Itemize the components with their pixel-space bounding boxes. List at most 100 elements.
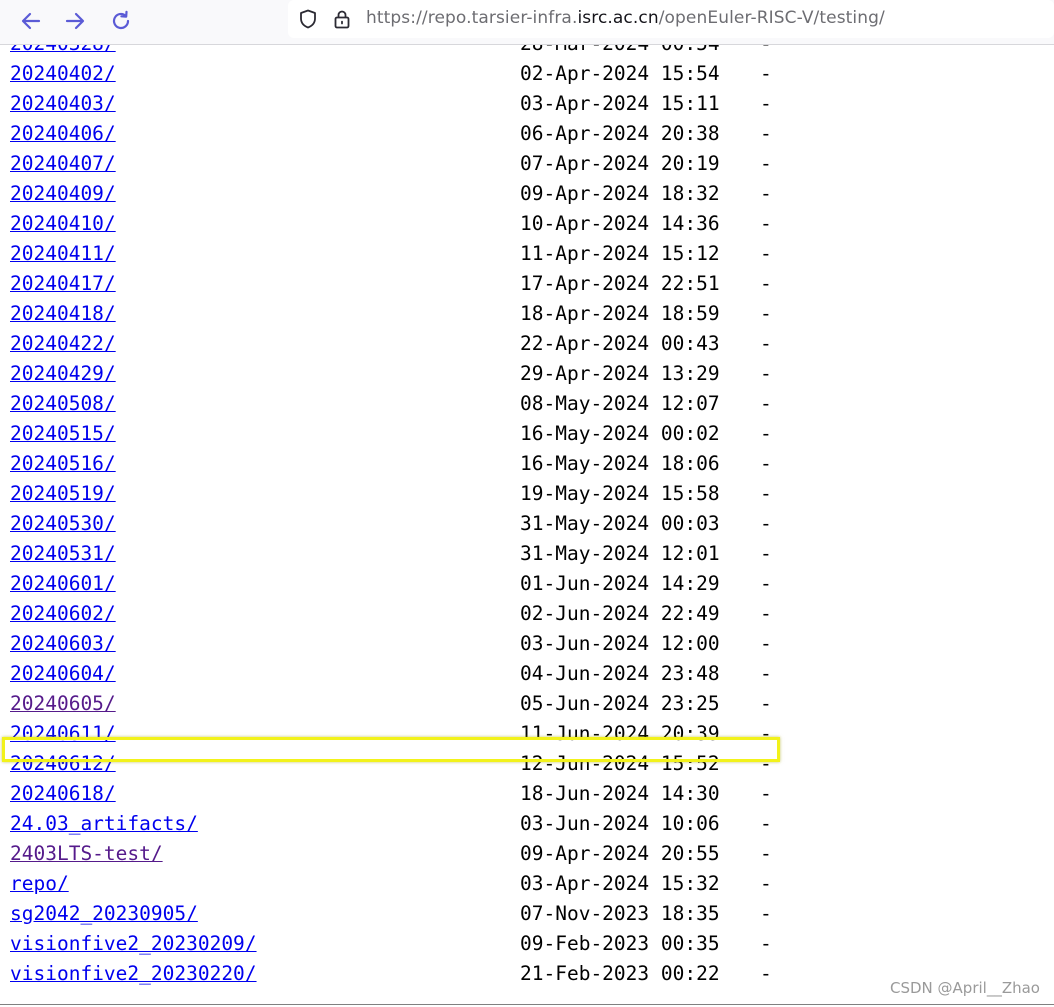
file-size: - bbox=[760, 512, 772, 535]
modified-date: 18-Jun-2024 14:30 bbox=[520, 782, 720, 805]
directory-link[interactable]: repo/ bbox=[10, 869, 69, 899]
file-size: - bbox=[760, 542, 772, 565]
directory-link[interactable]: 20240402/ bbox=[10, 59, 116, 89]
table-row: repo/03-Apr-2024 15:32 - bbox=[0, 869, 800, 899]
directory-link[interactable]: 20240519/ bbox=[10, 479, 116, 509]
directory-listing: 20240328/28-Mar-2024 00:54-20240402/02-A… bbox=[0, 45, 1054, 1007]
table-row: 2403LTS-test/09-Apr-2024 20:55 - bbox=[0, 839, 800, 869]
url-path: /openEuler-RISC-V/testing/ bbox=[658, 8, 885, 28]
directory-link[interactable]: 20240403/ bbox=[10, 89, 116, 119]
file-size: - bbox=[760, 392, 772, 415]
file-size: - bbox=[760, 752, 772, 775]
directory-link[interactable]: 20240409/ bbox=[10, 179, 116, 209]
url-host: isrc.ac.cn bbox=[577, 8, 659, 28]
directory-link[interactable]: 20240604/ bbox=[10, 659, 116, 689]
file-size: - bbox=[760, 362, 772, 385]
table-row: 20240612/12-Jun-2024 15:52 - bbox=[0, 749, 800, 779]
table-row: 20240603/03-Jun-2024 12:00 - bbox=[0, 629, 800, 659]
file-size: - bbox=[760, 422, 772, 445]
directory-link[interactable]: sg2042_20230905/ bbox=[10, 899, 198, 929]
horizontal-rule bbox=[0, 1004, 1054, 1005]
modified-date: 03-Apr-2024 15:32 bbox=[520, 872, 720, 895]
table-row: 20240515/16-May-2024 00:02 - bbox=[0, 419, 800, 449]
modified-date: 07-Nov-2023 18:35 bbox=[520, 902, 720, 925]
file-size: - bbox=[760, 302, 772, 325]
directory-link[interactable]: 20240328/ bbox=[10, 45, 116, 59]
file-size: - bbox=[760, 182, 772, 205]
directory-link[interactable]: 20240417/ bbox=[10, 269, 116, 299]
file-size: - bbox=[760, 692, 772, 715]
directory-link[interactable]: 20240611/ bbox=[10, 719, 116, 749]
reload-button[interactable] bbox=[106, 6, 136, 36]
directory-link[interactable]: 20240515/ bbox=[10, 419, 116, 449]
modified-date: 22-Apr-2024 00:43 bbox=[520, 332, 720, 355]
table-row: 20240418/18-Apr-2024 18:59 - bbox=[0, 299, 800, 329]
table-row: 20240422/22-Apr-2024 00:43 - bbox=[0, 329, 800, 359]
file-size: - bbox=[760, 272, 772, 295]
modified-date: 16-May-2024 18:06 bbox=[520, 452, 720, 475]
file-size: - bbox=[760, 812, 772, 835]
modified-date: 18-Apr-2024 18:59 bbox=[520, 302, 720, 325]
reload-icon bbox=[112, 10, 130, 30]
directory-link[interactable]: 20240508/ bbox=[10, 389, 116, 419]
directory-link[interactable]: 20240410/ bbox=[10, 209, 116, 239]
directory-link[interactable]: 20240411/ bbox=[10, 239, 116, 269]
file-size: - bbox=[760, 842, 772, 865]
directory-link[interactable]: visionfive2_20230209/ bbox=[10, 929, 257, 959]
table-row: 20240611/11-Jun-2024 20:39 - bbox=[0, 719, 800, 749]
directory-link[interactable]: 20240618/ bbox=[10, 779, 116, 809]
directory-link[interactable]: 20240603/ bbox=[10, 629, 116, 659]
watermark: CSDN @April__Zhao bbox=[890, 979, 1040, 997]
table-row: 20240601/01-Jun-2024 14:29 - bbox=[0, 569, 800, 599]
directory-link[interactable]: 2403LTS-test/ bbox=[10, 839, 163, 869]
directory-link[interactable]: 20240612/ bbox=[10, 749, 116, 779]
table-row: 20240516/16-May-2024 18:06 - bbox=[0, 449, 800, 479]
modified-date: 29-Apr-2024 13:29 bbox=[520, 362, 720, 385]
browser-toolbar: https://repo.tarsier-infra.isrc.ac.cn/op… bbox=[0, 0, 1054, 45]
url-text[interactable]: https://repo.tarsier-infra.isrc.ac.cn/op… bbox=[366, 8, 885, 28]
forward-button[interactable] bbox=[60, 6, 90, 36]
file-size: - bbox=[760, 572, 772, 595]
modified-date: 31-May-2024 12:01 bbox=[520, 542, 720, 565]
directory-link[interactable]: 24.03_artifacts/ bbox=[10, 809, 198, 839]
directory-link[interactable]: 20240602/ bbox=[10, 599, 116, 629]
modified-date: 21-Feb-2023 00:22 bbox=[520, 962, 720, 985]
back-button[interactable] bbox=[16, 6, 46, 36]
directory-link[interactable]: 20240406/ bbox=[10, 119, 116, 149]
arrow-right-icon bbox=[65, 12, 85, 30]
directory-link[interactable]: 20240601/ bbox=[10, 569, 116, 599]
modified-date: 03-Jun-2024 12:00 bbox=[520, 632, 720, 655]
file-size: - bbox=[760, 332, 772, 355]
file-size: - bbox=[760, 902, 772, 925]
modified-date: 09-Apr-2024 18:32 bbox=[520, 182, 720, 205]
directory-link[interactable]: 20240531/ bbox=[10, 539, 116, 569]
modified-date: 28-Mar-2024 00:54 bbox=[520, 45, 720, 59]
directory-link[interactable]: 20240530/ bbox=[10, 509, 116, 539]
url-prefix: https://repo.tarsier-infra. bbox=[366, 8, 578, 28]
modified-date: 12-Jun-2024 15:52 bbox=[520, 752, 720, 775]
table-row: 20240409/09-Apr-2024 18:32 - bbox=[0, 179, 800, 209]
address-bar[interactable]: https://repo.tarsier-infra.isrc.ac.cn/op… bbox=[288, 0, 1054, 38]
table-row: 20240410/10-Apr-2024 14:36 - bbox=[0, 209, 800, 239]
directory-link[interactable]: 20240422/ bbox=[10, 329, 116, 359]
directory-link[interactable]: 20240429/ bbox=[10, 359, 116, 389]
modified-date: 19-May-2024 15:58 bbox=[520, 482, 720, 505]
table-row: 24.03_artifacts/03-Jun-2024 10:06 - bbox=[0, 809, 800, 839]
file-size: - bbox=[760, 62, 772, 85]
directory-link[interactable]: 20240418/ bbox=[10, 299, 116, 329]
modified-date: 03-Apr-2024 15:11 bbox=[520, 92, 720, 115]
directory-link[interactable]: 20240605/ bbox=[10, 689, 116, 719]
directory-link[interactable]: 20240407/ bbox=[10, 149, 116, 179]
table-row: visionfive2_20230220/21-Feb-2023 00:22 - bbox=[0, 959, 800, 989]
directory-link[interactable]: visionfive2_20230220/ bbox=[10, 959, 257, 989]
file-size: - bbox=[760, 212, 772, 235]
shield-icon[interactable] bbox=[298, 9, 318, 33]
file-size: - bbox=[760, 782, 772, 805]
file-size: - bbox=[760, 662, 772, 685]
file-size: - bbox=[760, 122, 772, 145]
lock-icon[interactable] bbox=[332, 9, 352, 33]
file-size: - bbox=[760, 722, 772, 745]
table-row: 20240519/19-May-2024 15:58 - bbox=[0, 479, 800, 509]
directory-link[interactable]: 20240516/ bbox=[10, 449, 116, 479]
table-row: 20240604/04-Jun-2024 23:48 - bbox=[0, 659, 800, 689]
